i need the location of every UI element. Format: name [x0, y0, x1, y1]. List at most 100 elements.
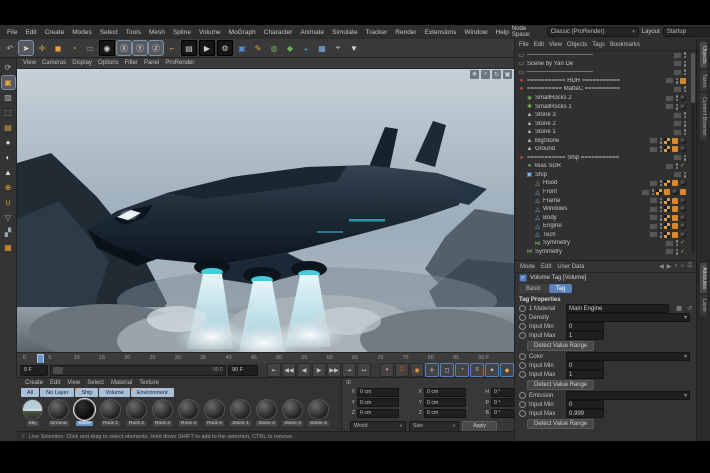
object-row-[interactable]: ▭———————————	[515, 51, 696, 60]
layer-toggle[interactable]	[649, 146, 658, 153]
checker-tag-chip[interactable]	[664, 180, 670, 186]
object-row-stone-1[interactable]: ▲Stone 1	[515, 128, 696, 137]
visibility-dots[interactable]	[660, 146, 663, 152]
back-icon[interactable]: ◀	[659, 263, 664, 270]
scale-tool[interactable]: ◼	[51, 41, 65, 55]
visibility-dots[interactable]	[684, 86, 687, 92]
enable-axis-icon[interactable]: ⊕	[2, 181, 15, 194]
viewport-menu-panel[interactable]: Panel	[144, 60, 159, 66]
dark-tag-chip[interactable]	[680, 198, 686, 204]
dark-tag-chip[interactable]	[680, 104, 686, 110]
material-menu-texture[interactable]: Texture	[139, 380, 159, 386]
last-used-tool[interactable]: ▭	[83, 41, 97, 55]
dock-tab-objects[interactable]: Objects	[700, 42, 707, 68]
uv-mode-icon[interactable]: ▤	[2, 121, 15, 134]
material-menu-select[interactable]: Select	[87, 380, 104, 386]
object-row-bias-sdr[interactable]: ●Bias SDR✓	[515, 162, 696, 171]
dark-tag-chip[interactable]	[680, 215, 686, 221]
coords-field-x-0[interactable]: 0 cm	[357, 388, 399, 397]
viewport-menu-options[interactable]: Options	[98, 60, 119, 66]
home-icon[interactable]: ⌂	[681, 263, 685, 270]
pan-view-icon[interactable]: ✥	[470, 70, 479, 79]
coords-mode-dropdown[interactable]: Size ▾	[409, 421, 459, 432]
viewport-menu-display[interactable]: Display	[72, 60, 92, 66]
subdivision-surface-button[interactable]: ◍	[267, 41, 281, 55]
visibility-dots[interactable]	[660, 198, 663, 204]
simulate-button[interactable]: ◆	[283, 41, 297, 55]
menu-select[interactable]: Select	[97, 28, 121, 37]
checker-tag-chip[interactable]	[664, 198, 670, 204]
previous-key-button[interactable]: ◀◀	[282, 363, 296, 377]
lock-z-axis[interactable]: Ⓩ	[149, 41, 163, 55]
layer-toggle[interactable]	[665, 163, 674, 170]
material-menu-view[interactable]: View	[67, 380, 80, 386]
coords-field-y-1[interactable]: 0 cm	[424, 398, 466, 407]
orange-tag-chip[interactable]	[672, 146, 678, 152]
coords-space-dropdown[interactable]: World ▾	[350, 421, 406, 432]
visibility-dots[interactable]	[660, 180, 663, 186]
menu-window[interactable]: Window	[461, 28, 490, 37]
material-rock-4[interactable]: Rock 4	[176, 399, 201, 426]
layer-toggle[interactable]	[649, 214, 658, 221]
anim-dot-icon[interactable]	[519, 362, 526, 369]
browse-icon[interactable]: ▦	[676, 305, 682, 312]
terrain-preset-icon[interactable]: ▞	[2, 226, 15, 239]
dark-tag-chip[interactable]	[680, 206, 686, 212]
layer-toggle[interactable]	[665, 77, 674, 84]
layer-toggle[interactable]	[673, 52, 682, 59]
color-dropdown[interactable]: ▾	[566, 352, 690, 361]
checker-tag-chip[interactable]	[664, 223, 670, 229]
apply-button[interactable]: Apply	[462, 421, 497, 432]
orange-tag-chip[interactable]	[672, 198, 678, 204]
edges-mode-icon[interactable]: ◐	[2, 151, 15, 164]
visibility-dots[interactable]	[652, 189, 655, 195]
layer-toggle[interactable]	[665, 103, 674, 110]
undo-icon[interactable]: ↶	[3, 41, 17, 55]
check-tag-chip[interactable]: ✓	[680, 240, 686, 246]
spline-pen-button[interactable]: ✎	[251, 41, 265, 55]
menu-mesh[interactable]: Mesh	[146, 28, 168, 37]
dark-tag-chip[interactable]	[680, 180, 686, 186]
object-row-ship[interactable]: ▣Ship	[515, 171, 696, 180]
object-row-stone-2[interactable]: ▲Stone 2	[515, 119, 696, 128]
visibility-dots[interactable]	[684, 172, 687, 178]
layer-toggle[interactable]	[665, 248, 674, 255]
layer-toggle[interactable]	[649, 231, 658, 238]
om-menu-objects[interactable]: Objects	[567, 42, 587, 48]
density-dropdown[interactable]: ▾	[566, 313, 690, 322]
polygons-mode-icon[interactable]: ▲	[2, 166, 15, 179]
om-menu-file[interactable]: File	[519, 42, 529, 48]
material-stone[interactable]: Stone	[72, 399, 97, 426]
coordinate-system-toggle[interactable]: ⌐	[165, 41, 179, 55]
color-input-min[interactable]: 0	[566, 361, 604, 370]
checker-tag-chip[interactable]	[664, 215, 670, 221]
checker-tag-chip[interactable]	[664, 146, 670, 152]
object-row-scene-by-yan-de[interactable]: ▭Scene by Yan De	[515, 60, 696, 69]
anim-dot-icon[interactable]	[519, 323, 526, 330]
anim-dot-icon[interactable]	[519, 353, 526, 360]
object-row-[interactable]: ▭———————————	[515, 68, 696, 77]
layer-toggle[interactable]	[673, 112, 682, 119]
attr-tab-basic[interactable]: Basic	[519, 284, 548, 293]
visibility-dots[interactable]	[676, 240, 679, 246]
object-row-windows[interactable]: △Windows	[515, 205, 696, 214]
layer-toggle[interactable]	[665, 95, 674, 102]
visibility-dots[interactable]	[676, 78, 679, 84]
layer-toggle[interactable]	[649, 197, 658, 204]
mograph-button[interactable]: ▦	[315, 41, 329, 55]
enabled-checkbox[interactable]: ✓	[519, 274, 527, 282]
key-rotation-toggle[interactable]: ◔	[455, 363, 469, 377]
layout-dropdown[interactable]: Startup ▾	[663, 27, 710, 37]
layer-toggle[interactable]	[673, 171, 682, 178]
material-rock-5[interactable]: Rock 5	[202, 399, 227, 426]
preview-range-slider[interactable]: 90 F	[50, 365, 226, 376]
visibility-dots[interactable]	[660, 223, 663, 229]
dark-tag-chip[interactable]	[680, 232, 686, 238]
play-button[interactable]: ▶	[312, 363, 326, 377]
lock-x-axis[interactable]: Ⓧ	[117, 41, 131, 55]
render-settings-button[interactable]: ⚙	[217, 40, 233, 56]
menu-edit[interactable]: Edit	[22, 28, 39, 37]
material-stone-1[interactable]: Stone 1	[228, 399, 253, 426]
color-input-max[interactable]: 1	[566, 370, 604, 379]
dock-tab-takes[interactable]: Takes	[700, 70, 707, 92]
